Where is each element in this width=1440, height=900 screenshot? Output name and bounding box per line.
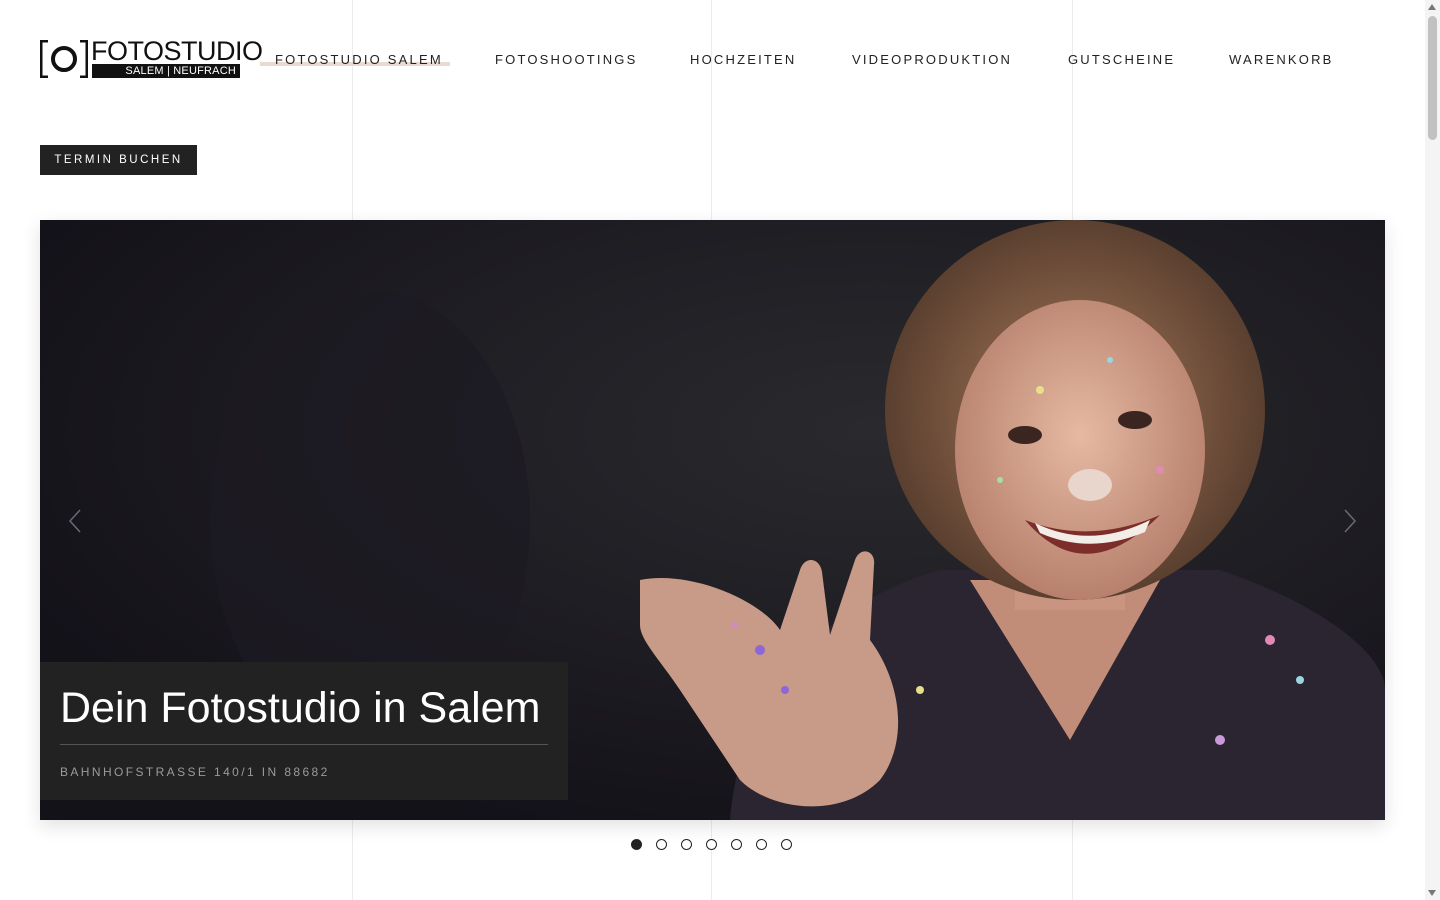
slider-next-icon[interactable] xyxy=(1337,506,1361,536)
nav-item-videoproduktion[interactable]: VIDEOPRODUKTION xyxy=(852,52,1012,67)
nav-item-gutscheine[interactable]: GUTSCHEINE xyxy=(1068,52,1175,67)
hero-caption: Dein Fotostudio in Salem BAHNHOFSTRASSE … xyxy=(40,662,568,800)
slider-dot[interactable] xyxy=(756,839,767,850)
logo-camera-icon xyxy=(40,40,88,78)
book-appointment-button[interactable]: TERMIN BUCHEN xyxy=(40,145,197,175)
slider-dot[interactable] xyxy=(631,839,642,850)
hero-title: Dein Fotostudio in Salem xyxy=(60,684,541,732)
nav-item-fotostudio-salem[interactable]: FOTOSTUDIO SALEM xyxy=(275,52,443,67)
scroll-up-icon[interactable] xyxy=(1428,4,1436,10)
caption-divider xyxy=(60,744,548,745)
nav-item-fotoshootings[interactable]: FOTOSHOOTINGS xyxy=(495,52,637,67)
slider-dot[interactable] xyxy=(731,839,742,850)
nav-item-hochzeiten[interactable]: HOCHZEITEN xyxy=(690,52,797,67)
scroll-down-icon[interactable] xyxy=(1428,890,1436,896)
slider-dot[interactable] xyxy=(681,839,692,850)
logo-wordmark: FOTOSTUDIO xyxy=(91,36,263,66)
hero-slider: Dein Fotostudio in Salem BAHNHOFSTRASSE … xyxy=(40,220,1385,820)
slider-dot[interactable] xyxy=(656,839,667,850)
nav-item-warenkorb[interactable]: WARENKORB xyxy=(1229,52,1334,67)
hero-subtitle: BAHNHOFSTRASSE 140/1 IN 88682 xyxy=(60,765,330,779)
slider-dot[interactable] xyxy=(706,839,717,850)
page-scrollbar[interactable] xyxy=(1425,0,1440,900)
scrollbar-thumb[interactable] xyxy=(1428,16,1437,140)
logo-location: SALEM | NEUFRACH xyxy=(92,64,240,78)
site-logo[interactable]: FOTOSTUDIO SALEM | NEUFRACH xyxy=(40,37,263,80)
slider-prev-icon[interactable] xyxy=(64,506,88,536)
slider-dot[interactable] xyxy=(781,839,792,850)
